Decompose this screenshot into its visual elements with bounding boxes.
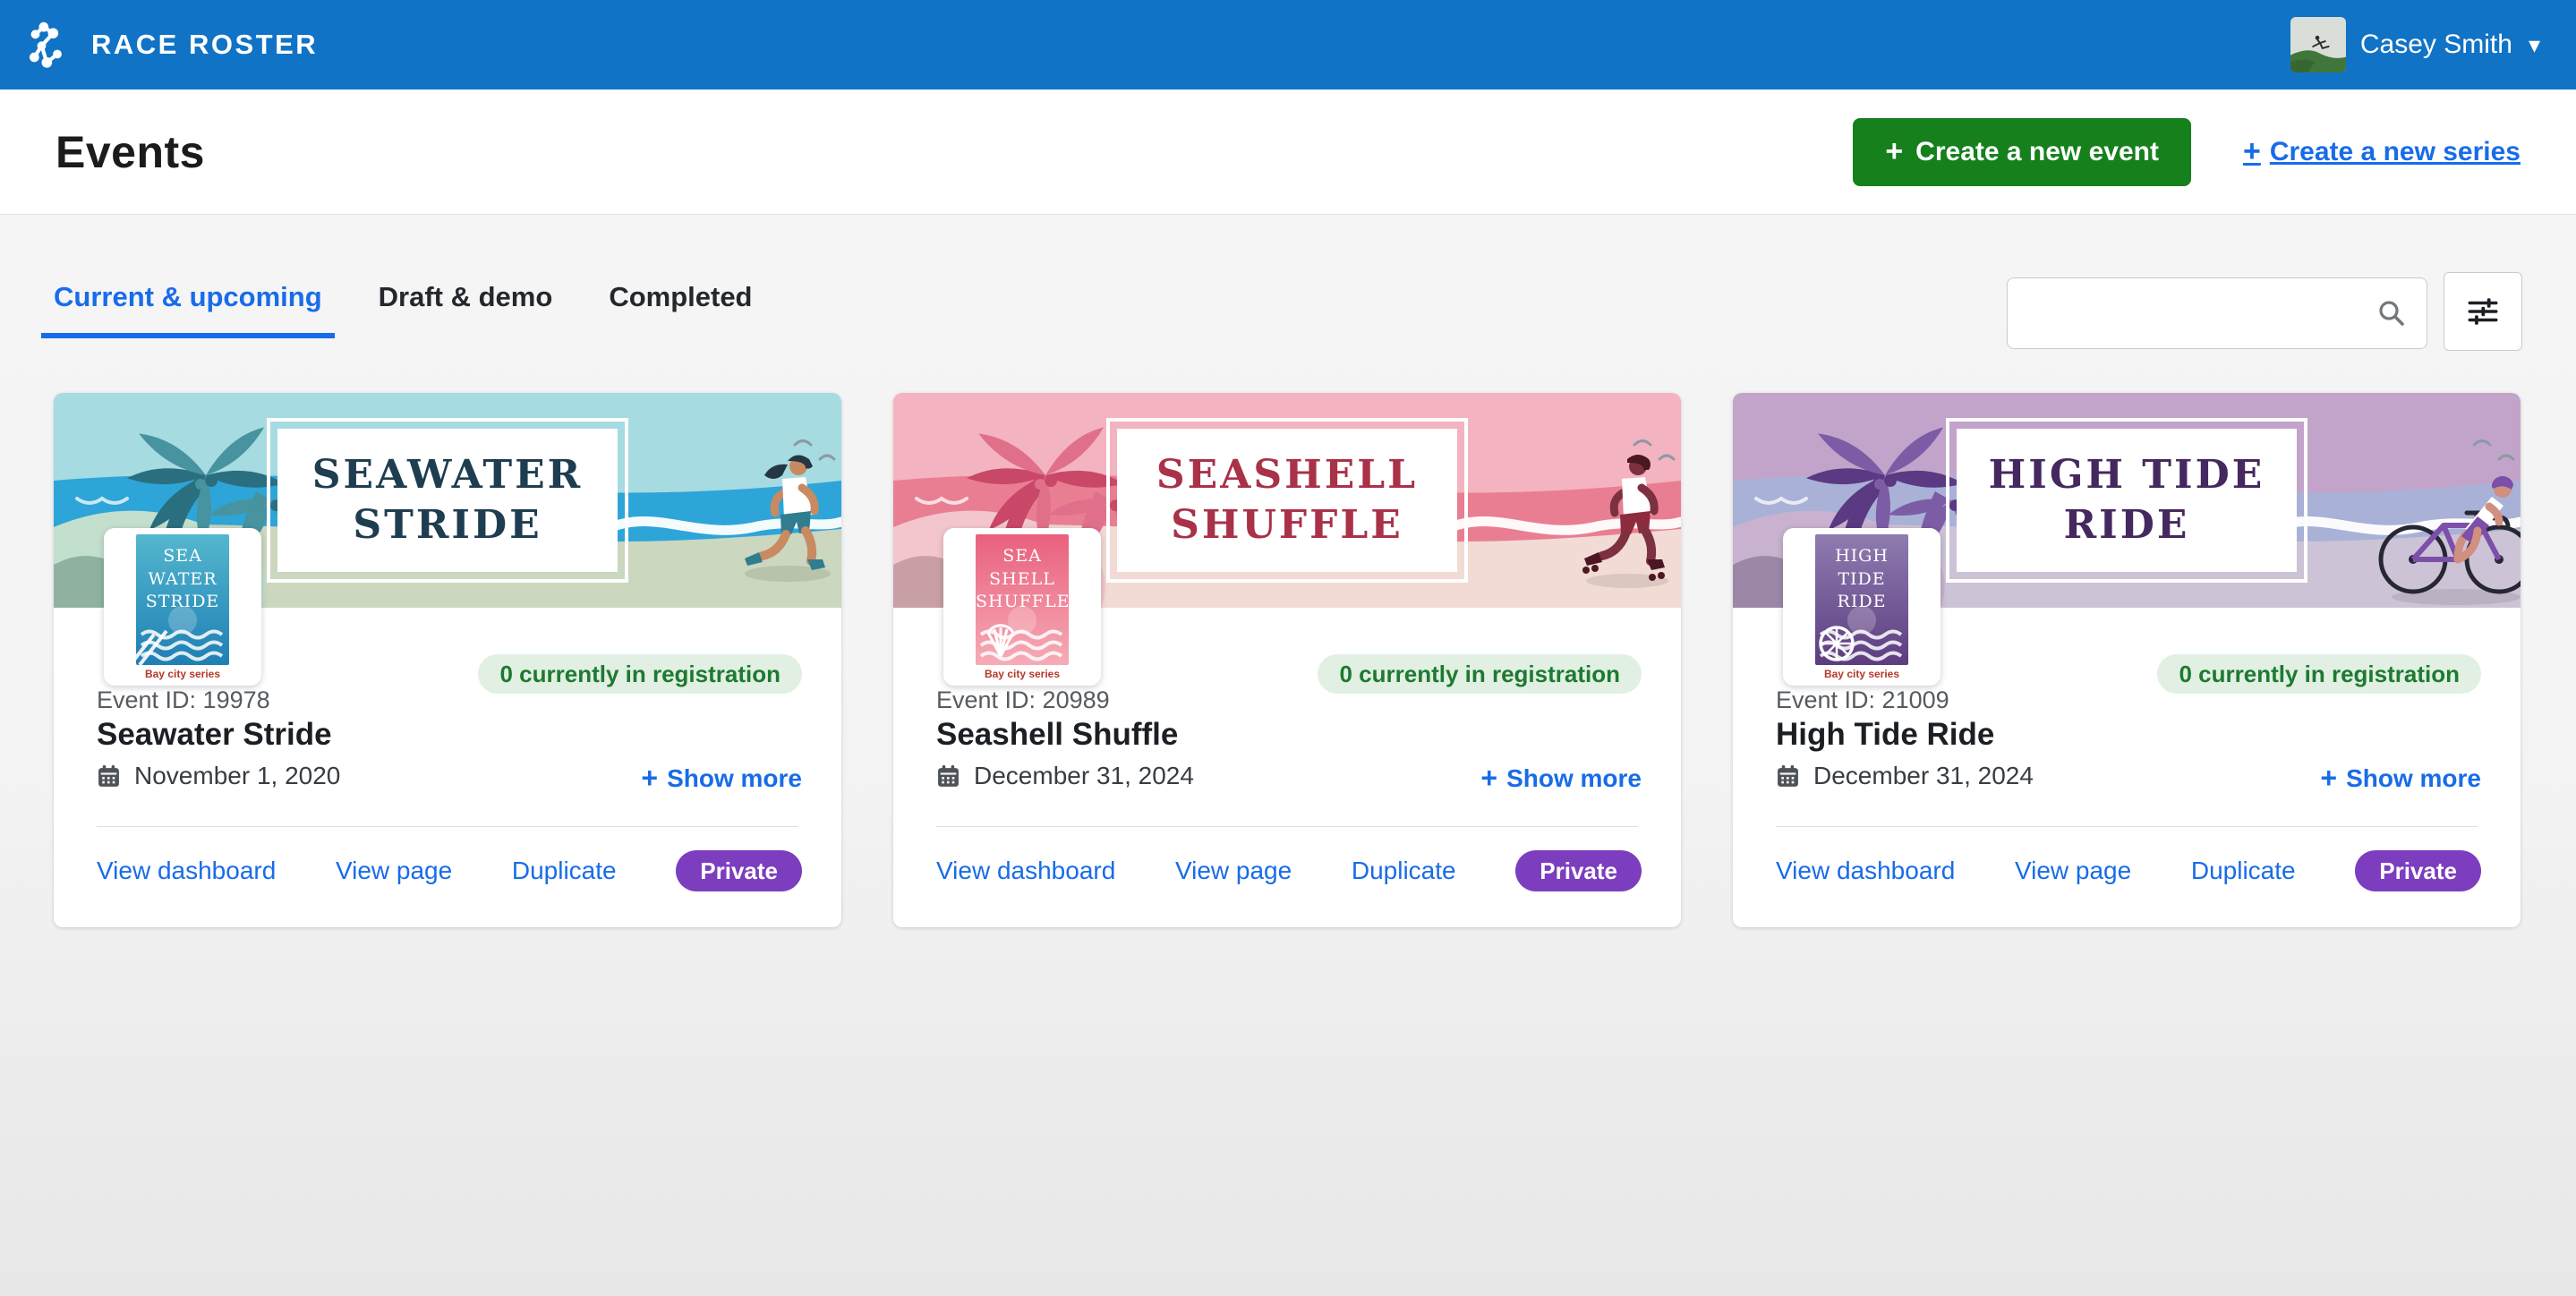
event-date-row: December 31, 2024 [936, 762, 1194, 790]
header-actions: + Create a new event + Create a new seri… [1853, 118, 2521, 186]
filter-sliders-icon [2466, 294, 2500, 328]
divider [936, 826, 1638, 827]
avatar [2290, 17, 2346, 72]
event-card: HIGH TIDE RIDE [1733, 393, 2521, 927]
user-name: Casey Smith [2360, 30, 2512, 60]
duplicate-link[interactable]: Duplicate [1352, 857, 1456, 885]
duplicate-link[interactable]: Duplicate [512, 857, 617, 885]
tab-completed[interactable]: Completed [596, 276, 764, 338]
event-title: Seawater Stride [97, 717, 332, 753]
registration-badge: 0 currently in registration [2157, 654, 2481, 694]
banner-title: HIGH TIDE RIDE [1989, 450, 2265, 550]
plus-icon: + [641, 762, 658, 795]
event-card-list: SEAWATER STRIDE [0, 351, 2576, 927]
tab-draft-demo[interactable]: Draft & demo [366, 276, 566, 338]
show-more-link[interactable]: + Show more [2320, 762, 2481, 795]
banner-title-frame: SEASHELL SHUFFLE [1106, 418, 1468, 583]
duplicate-link[interactable]: Duplicate [2191, 857, 2296, 885]
card-footer: View dashboard View page Duplicate Priva… [1776, 848, 2481, 894]
card-footer: View dashboard View page Duplicate Priva… [936, 848, 1642, 894]
registration-badge: 0 currently in registration [478, 654, 802, 694]
show-more-link[interactable]: + Show more [641, 762, 802, 795]
race-roster-logo-icon [27, 20, 75, 70]
tab-current-upcoming[interactable]: Current & upcoming [41, 276, 335, 338]
show-more-label: Show more [2346, 764, 2481, 793]
calendar-icon [97, 764, 121, 789]
private-status-badge: Private [1515, 850, 1642, 891]
race-roster-logo[interactable]: RACE ROSTER [27, 20, 318, 70]
view-page-link[interactable]: View page [1175, 857, 1292, 885]
event-date: December 31, 2024 [1813, 762, 2034, 790]
brand-name: RACE ROSTER [91, 29, 318, 61]
event-card: SEASHELL SHUFFLE [893, 393, 1681, 927]
plus-icon: + [2243, 134, 2261, 169]
series-tag: Bay city series [1824, 668, 1899, 680]
events-page: RACE ROSTER Casey Smith ▾ Events + Creat… [0, 0, 2576, 1296]
banner-title-frame: HIGH TIDE RIDE [1946, 418, 2307, 583]
poster-title: SEA WATER STRIDE [136, 534, 229, 614]
view-page-link[interactable]: View page [336, 857, 452, 885]
show-more-label: Show more [1506, 764, 1642, 793]
event-title: High Tide Ride [1776, 717, 1994, 753]
event-date-row: November 1, 2020 [97, 762, 340, 790]
event-logo-thumbnail: SEA SHELL SHUFFLE Bay city series [943, 528, 1101, 686]
divider [97, 826, 798, 827]
event-title: Seashell Shuffle [936, 717, 1178, 753]
event-id: Event ID: 19978 [97, 686, 270, 714]
search-input[interactable] [2007, 277, 2427, 349]
create-series-label: Create a new series [2270, 137, 2521, 167]
search-controls [2007, 276, 2522, 351]
view-dashboard-link[interactable]: View dashboard [936, 857, 1115, 885]
banner-title: SEAWATER STRIDE [312, 450, 583, 550]
view-page-link[interactable]: View page [2015, 857, 2131, 885]
page-title: Events [55, 126, 205, 178]
create-event-label: Create a new event [1915, 137, 2159, 167]
plus-icon: + [1480, 762, 1497, 795]
event-date: December 31, 2024 [974, 762, 1194, 790]
search-icon [2377, 299, 2406, 328]
event-id: Event ID: 20989 [936, 686, 1110, 714]
plus-icon: + [1885, 134, 1903, 169]
show-more-link[interactable]: + Show more [1480, 762, 1642, 795]
events-toolbar: Current & upcoming Draft & demo Complete… [0, 215, 2576, 351]
show-more-label: Show more [667, 764, 802, 793]
event-tabs: Current & upcoming Draft & demo Complete… [41, 276, 797, 338]
page-header: Events + Create a new event + Create a n… [0, 90, 2576, 215]
view-dashboard-link[interactable]: View dashboard [1776, 857, 1955, 885]
poster-title: HIGH TIDE RIDE [1815, 534, 1908, 614]
chevron-down-icon: ▾ [2529, 31, 2540, 59]
user-menu[interactable]: Casey Smith ▾ [2290, 17, 2540, 72]
calendar-icon [936, 764, 960, 789]
event-card: SEAWATER STRIDE [54, 393, 841, 927]
poster-title: SEA SHELL SHUFFLE [976, 534, 1069, 614]
card-footer: View dashboard View page Duplicate Priva… [97, 848, 802, 894]
banner-title: SEASHELL SHUFFLE [1156, 450, 1418, 550]
create-event-button[interactable]: + Create a new event [1853, 118, 2191, 186]
search-box [2007, 277, 2427, 349]
event-date: November 1, 2020 [134, 762, 340, 790]
event-logo-thumbnail: HIGH TIDE RIDE Bay city series [1783, 528, 1941, 686]
event-date-row: December 31, 2024 [1776, 762, 2034, 790]
view-dashboard-link[interactable]: View dashboard [97, 857, 276, 885]
banner-title-frame: SEAWATER STRIDE [267, 418, 628, 583]
series-tag: Bay city series [985, 668, 1060, 680]
plus-icon: + [2320, 762, 2337, 795]
create-series-link[interactable]: + Create a new series [2243, 134, 2521, 169]
event-id: Event ID: 21009 [1776, 686, 1949, 714]
private-status-badge: Private [676, 850, 802, 891]
top-navigation-bar: RACE ROSTER Casey Smith ▾ [0, 0, 2576, 90]
registration-badge: 0 currently in registration [1318, 654, 1642, 694]
private-status-badge: Private [2355, 850, 2481, 891]
event-logo-thumbnail: SEA WATER STRIDE Bay city series [104, 528, 261, 686]
divider [1776, 826, 2478, 827]
series-tag: Bay city series [145, 668, 220, 680]
filter-button[interactable] [2444, 272, 2522, 351]
calendar-icon [1776, 764, 1800, 789]
